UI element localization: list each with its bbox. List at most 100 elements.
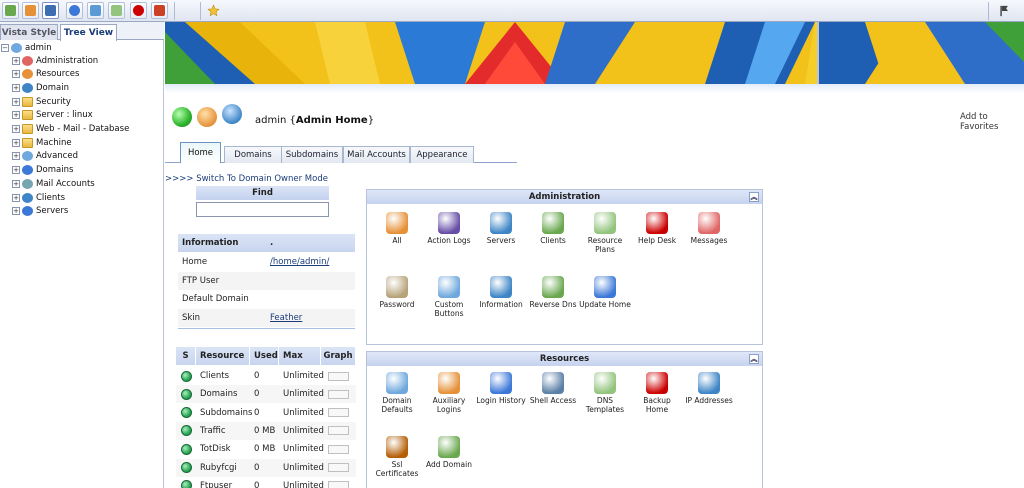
panel-item[interactable]: Password (371, 276, 423, 310)
information-header-row: Information . (178, 234, 355, 252)
panel-item[interactable]: Reverse Dns (527, 276, 579, 310)
usage-graph (328, 444, 349, 454)
tab-mail-accounts[interactable]: Mail Accounts (343, 146, 410, 163)
panel-item[interactable]: Auxiliary Logins (423, 372, 475, 414)
expand-icon[interactable]: + (12, 138, 20, 147)
panel-item-label: Action Logs (427, 236, 471, 245)
usage-graph (328, 463, 349, 472)
home-icon[interactable] (2, 2, 19, 19)
panel-item[interactable]: Servers (475, 212, 527, 246)
toolbar-separator (174, 2, 175, 20)
panel-item[interactable]: Ssl Certificates (371, 436, 423, 478)
expand-icon[interactable]: + (12, 97, 20, 106)
tree-item[interactable]: + Administration (12, 54, 98, 67)
expand-icon[interactable]: + (12, 179, 20, 188)
graph-cell (321, 463, 356, 472)
expand-icon[interactable]: + (12, 207, 20, 216)
add-domain-icon (438, 436, 460, 458)
expand-icon[interactable]: + (12, 56, 20, 65)
tab-subdomains[interactable]: Subdomains (281, 146, 343, 163)
panel-item-label: Update Home (579, 300, 631, 309)
tree-item[interactable]: + Machine (12, 136, 72, 149)
helpdesk-icon (646, 212, 668, 234)
tree-item-label: Server : linux (36, 110, 93, 121)
col-max: Max (279, 347, 321, 365)
tab-tree-view[interactable]: Tree View (60, 24, 117, 41)
panel-item[interactable]: DNS Templates (579, 372, 631, 414)
panel-item[interactable]: All (371, 212, 423, 246)
tree-item[interactable]: + Web - Mail - Database (12, 123, 129, 136)
divider (178, 328, 355, 329)
puzzle-icon[interactable] (87, 2, 104, 19)
collapse-icon[interactable]: ︽ (749, 354, 759, 364)
star-icon[interactable] (205, 2, 222, 19)
collapse-icon[interactable]: − (1, 43, 9, 52)
admin-icon (11, 42, 22, 53)
panel-item[interactable]: IP Addresses (683, 372, 735, 406)
panel-item[interactable]: Backup Home (631, 372, 683, 414)
person-icon[interactable] (130, 2, 147, 19)
tree-item-label: Resources (36, 69, 80, 80)
tab-appearance[interactable]: Appearance (410, 146, 474, 163)
panel-item[interactable]: Messages (683, 212, 735, 246)
panel-item[interactable]: Resource Plans (579, 212, 631, 254)
resource-used: 0 (254, 371, 260, 381)
panel-item[interactable]: Clients (527, 212, 579, 246)
add-to-favorites-link[interactable]: Add to Favorites (960, 112, 1024, 132)
plugin-icon[interactable] (108, 2, 125, 19)
house-icon[interactable] (151, 2, 168, 19)
bird-icon[interactable] (42, 2, 59, 19)
users-icon[interactable] (22, 2, 39, 19)
expand-icon[interactable]: + (12, 125, 20, 133)
usage-graph (328, 389, 349, 399)
panel-item[interactable]: Information (475, 276, 527, 310)
switch-domain-owner-link[interactable]: >>>> Switch To Domain Owner Mode (165, 174, 328, 184)
panel-item-label: Login History (476, 396, 526, 405)
expand-icon[interactable]: + (12, 166, 20, 175)
tab-domains[interactable]: Domains (224, 146, 282, 163)
panel-item[interactable]: Action Logs (423, 212, 475, 246)
graph-cell (321, 371, 356, 381)
tree-item[interactable]: + Security (12, 95, 71, 108)
tab-vista-style[interactable]: Vista Style (0, 24, 58, 40)
panel-item[interactable]: Add Domain (423, 436, 475, 470)
panel-item-label: Backup Home (643, 396, 671, 414)
expand-icon[interactable]: + (12, 152, 20, 161)
tree-item[interactable]: + Servers (12, 205, 68, 218)
messages-icon (698, 212, 720, 234)
panel-item-label: Messages (690, 236, 728, 245)
tree-root-admin[interactable]: − admin (1, 41, 52, 54)
information-row: Skin Feather (178, 308, 355, 327)
tree-item[interactable]: + Domain (12, 81, 69, 94)
panel-item[interactable]: Shell Access (527, 372, 579, 406)
information-label: Skin (182, 312, 201, 323)
administration-panel-header: Administration ︽ (367, 190, 762, 204)
expand-icon[interactable]: + (12, 70, 20, 79)
tree-item[interactable]: + Mail Accounts (12, 177, 95, 190)
collapse-icon[interactable]: ︽ (749, 192, 759, 202)
panel-item[interactable]: Update Home (579, 276, 631, 310)
panel-item[interactable]: Domain Defaults (371, 372, 423, 414)
tree-item-label: Security (36, 96, 71, 107)
graph-cell (321, 426, 356, 436)
globe-icon[interactable] (66, 2, 83, 19)
panel-item[interactable]: Help Desk (631, 212, 683, 246)
tree-item[interactable]: + Clients (12, 191, 65, 204)
administration-panel: Administration ︽ All Action Logs Servers Cl… (366, 189, 763, 345)
tree-item[interactable]: + Resources (12, 68, 79, 81)
find-input[interactable] (196, 202, 329, 217)
expand-icon[interactable]: + (12, 83, 20, 92)
tab-home[interactable]: Home (180, 142, 221, 163)
information-value[interactable]: /home/admin/ (270, 257, 329, 267)
information-value-cell: Feather (266, 313, 355, 323)
flag-icon[interactable] (996, 2, 1013, 19)
tree-item[interactable]: + Advanced (12, 150, 78, 163)
panel-item[interactable]: Login History (475, 372, 527, 406)
information-value[interactable]: Feather (270, 313, 302, 323)
tree-item[interactable]: + Server : linux (12, 109, 93, 122)
tree-item[interactable]: + Domains (12, 164, 73, 177)
expand-icon[interactable]: + (12, 111, 20, 120)
tools-icon (386, 212, 408, 234)
expand-icon[interactable]: + (12, 193, 20, 202)
panel-item[interactable]: Custom Buttons (423, 276, 475, 318)
